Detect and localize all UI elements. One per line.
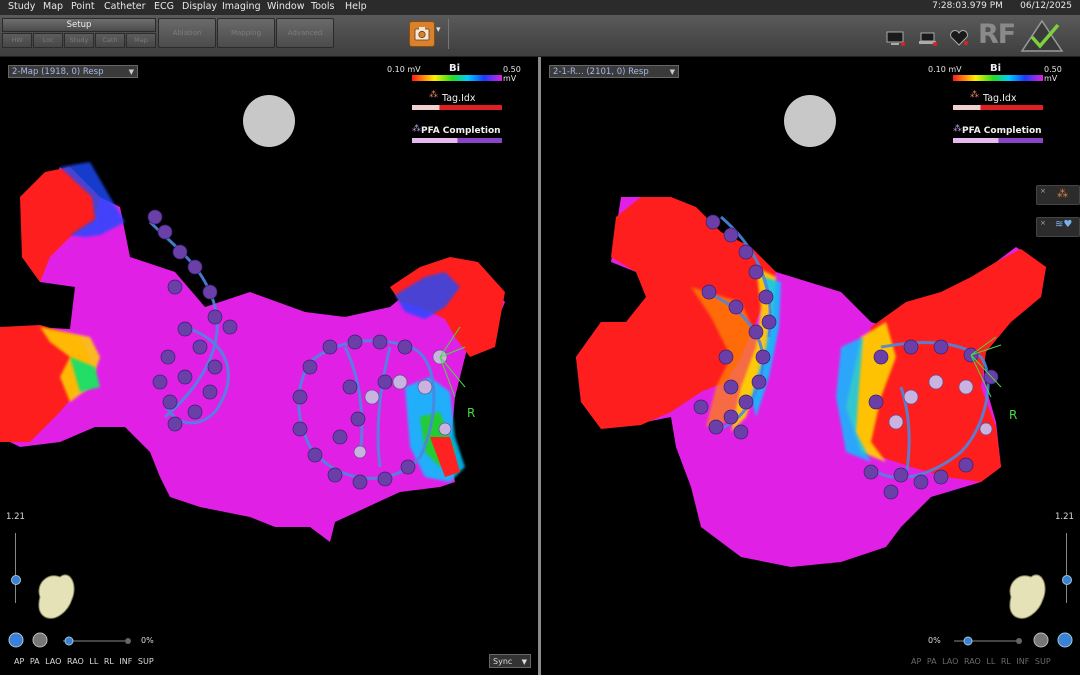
menu-bar: Study Map Point Catheter ECG Display Ima… <box>0 0 1080 15</box>
sync-select[interactable]: Sync ▼ <box>489 654 531 668</box>
reset-view-icon[interactable] <box>1033 632 1049 648</box>
menu-display[interactable]: Display <box>182 1 217 12</box>
reset-view-icon[interactable] <box>32 632 48 648</box>
view-presets[interactable]: AP PA LAO RAO LL RL INF SUP <box>14 657 154 666</box>
advanced-button[interactable]: Advanced <box>276 18 334 48</box>
setup-label: Setup <box>2 18 156 32</box>
heart-status-icon <box>950 30 968 46</box>
orientation-label: R <box>467 406 475 420</box>
chevron-down-icon: ▼ <box>521 658 527 666</box>
status-date: 06/12/2025 <box>1020 1 1072 11</box>
menu-catheter[interactable]: Catheter <box>104 1 146 12</box>
toolbar: Setup HW Loc Study Cath Map Ablation Map… <box>0 15 1080 57</box>
zoom-slider[interactable] <box>1062 527 1072 607</box>
zoom-slider-track <box>15 533 16 603</box>
setup-map-button[interactable]: Map <box>126 33 156 48</box>
catheter-tool-button[interactable]: × ≋♥ <box>1036 217 1080 237</box>
menu-window[interactable]: Window <box>267 1 304 12</box>
rotate-icon[interactable] <box>8 632 24 648</box>
opacity-value: 0% <box>928 636 941 645</box>
right-map-pane[interactable]: 2-1-R... (2101, 0) Resp ▼ 0.10 mV Bi 0.5… <box>541 57 1080 675</box>
orientation-label: R <box>1009 408 1017 422</box>
left-3d-map[interactable]: R <box>0 57 538 675</box>
close-icon[interactable]: × <box>1040 219 1046 227</box>
menu-map[interactable]: Map <box>43 1 63 12</box>
toolbar-separator <box>448 19 449 49</box>
camera-dropdown-icon[interactable]: ▾ <box>436 25 441 35</box>
zoom-value: 1.21 <box>6 512 25 522</box>
setup-study-button[interactable]: Study <box>64 33 94 48</box>
setup-hw-button[interactable]: HW <box>2 33 32 48</box>
monitor-status-icon <box>886 31 905 46</box>
status-icons: RF <box>884 19 1074 53</box>
menu-ecg[interactable]: ECG <box>154 1 174 12</box>
rf-ready-icon <box>1020 19 1064 52</box>
rotate-icon[interactable] <box>1057 632 1073 648</box>
menu-point[interactable]: Point <box>71 1 95 12</box>
tag-grid-icon: ⁂ <box>1057 187 1068 200</box>
opacity-value: 0% <box>141 636 154 645</box>
zoom-slider-track <box>1066 533 1067 603</box>
close-icon[interactable]: × <box>1040 187 1046 195</box>
right-3d-map[interactable]: R <box>541 57 1080 675</box>
left-map-pane[interactable]: 2-Map (1918, 0) Resp ▼ 0.10 mV Bi 0.50 m… <box>0 57 538 675</box>
heart-model-icon[interactable] <box>30 567 80 627</box>
tag-tool-button[interactable]: × ⁂ <box>1036 185 1080 205</box>
sync-select-value: Sync <box>493 657 513 666</box>
catheter-icon: ≋♥ <box>1055 219 1073 230</box>
status-clock: 7:28:03.979 PM 06/12/2025 <box>932 1 1072 11</box>
zoom-value: 1.21 <box>1055 512 1074 522</box>
menu-imaging[interactable]: Imaging <box>222 1 261 12</box>
opacity-slider[interactable] <box>55 635 135 647</box>
mapping-button[interactable]: Mapping <box>217 18 275 48</box>
zoom-slider-knob[interactable] <box>1062 575 1072 585</box>
menu-study[interactable]: Study <box>8 1 35 12</box>
rf-label: RF <box>978 19 1016 50</box>
opacity-slider[interactable] <box>946 635 1026 647</box>
heart-model-icon[interactable] <box>1001 567 1051 627</box>
zoom-slider[interactable] <box>11 527 21 607</box>
ablation-button[interactable]: Ablation <box>158 18 216 48</box>
menu-tools[interactable]: Tools <box>311 1 334 12</box>
camera-icon[interactable] <box>409 21 435 47</box>
setup-loc-button[interactable]: Loc <box>33 33 63 48</box>
setup-cath-button[interactable]: Cath <box>95 33 125 48</box>
zoom-slider-knob[interactable] <box>11 575 21 585</box>
menu-help[interactable]: Help <box>345 1 367 12</box>
laptop-status-icon <box>919 32 937 46</box>
status-time: 7:28:03.979 PM <box>932 1 1003 11</box>
view-presets[interactable]: AP PA LAO RAO LL RL INF SUP <box>911 657 1051 666</box>
